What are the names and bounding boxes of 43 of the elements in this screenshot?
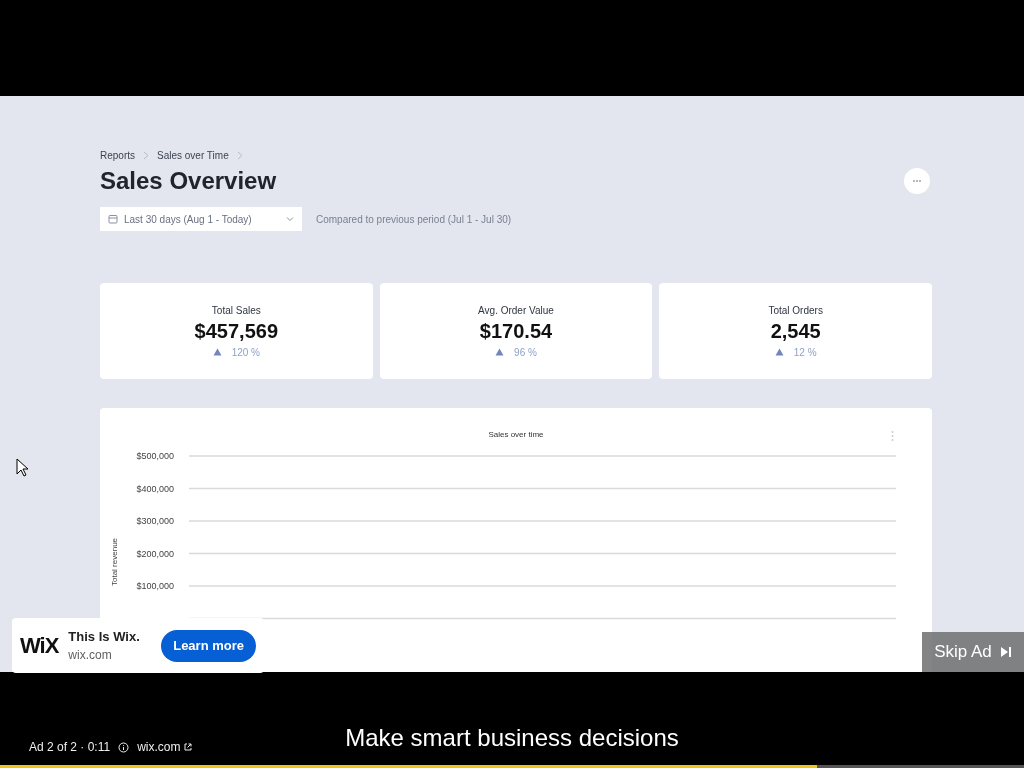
breadcrumb-link[interactable]: Reports [100,150,135,161]
calendar-icon [108,214,118,224]
kpi-value: 2,545 [770,319,821,343]
caret-icon [286,216,294,222]
ad-link[interactable]: wix.com [137,740,192,754]
up-triangle-icon [212,348,222,356]
up-triangle-icon [495,348,505,356]
more-button[interactable] [904,168,930,194]
chevron-icon [236,151,243,160]
progress-bar[interactable] [0,765,1024,768]
skip-ad-button[interactable]: Skip Ad [922,632,1024,672]
breadcrumb-link[interactable]: Sales over Time [157,150,229,161]
ad-counter: Ad 2 of 2 · 0:11 [29,740,111,754]
skip-icon [999,646,1012,658]
external-link-icon [183,743,192,751]
tick-label: $400,000 [136,483,174,494]
tick-label: $100,000 [136,581,174,591]
page-title: Sales Overview [100,167,277,195]
kpi-label: Total Orders [768,304,823,316]
comparison-text: Compared to previous period (Jul 1 - Jul 30) [316,213,512,225]
tick-label: $500,000 [136,451,174,461]
more-icon[interactable] [891,430,894,442]
tick-label: $200,000 [136,548,174,559]
chart-title: Sales over time [488,430,544,439]
change-percent: 96 % [514,346,537,358]
change-percent: 120 % [231,346,260,358]
learn-more-button[interactable]: Learn more [161,629,256,662]
kpi-label: Total Sales [211,304,261,316]
kpi-label: Avg. Order Value [478,304,554,316]
kpi-value: $457,569 [194,319,279,343]
axis-label: Total revenue [110,537,119,586]
caption-text: Make smart business decisions [345,724,679,751]
tick-label: $300,000 [136,516,174,526]
kpi-value: $170.54 [479,319,553,343]
info-icon [118,741,130,753]
change-percent: 12 % [793,346,817,358]
up-triangle-icon [774,348,784,356]
logo: WiX [20,632,59,659]
advertiser-name: This Is Wix. [68,629,141,644]
date-dropdown[interactable]: Last 30 days (Aug 1 - Today) [100,207,302,231]
mouse-pointer-icon [16,458,28,477]
chevron-icon [143,151,149,160]
ad-domain: wix.com [68,648,113,662]
